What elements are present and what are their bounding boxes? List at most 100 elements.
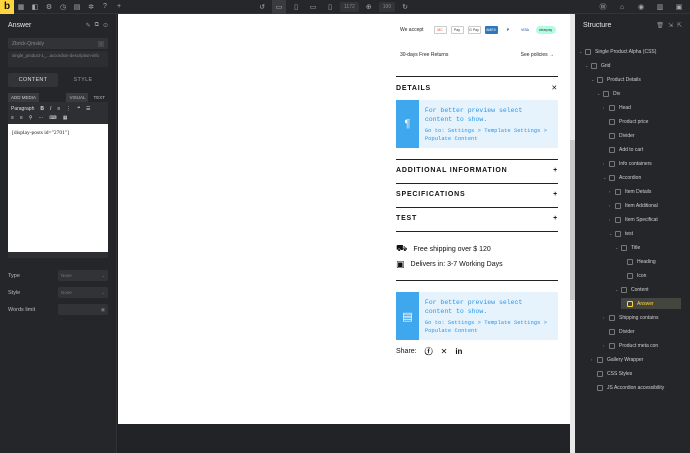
words-limit-input[interactable]: ▣ xyxy=(58,304,108,315)
tree-node[interactable]: ⌄ Accordion xyxy=(603,172,641,183)
tree-node[interactable]: ⌄ Single Product Alpha (CSS) xyxy=(579,46,656,57)
accordion-additional-header[interactable]: ADDITIONAL INFORMATION + xyxy=(396,167,558,174)
eye-icon[interactable]: ◉ xyxy=(634,0,648,14)
tree-node[interactable]: ⌄ Title xyxy=(615,242,640,253)
undo-icon[interactable]: ↺ xyxy=(255,0,269,14)
visual-tab[interactable]: VISUAL xyxy=(66,93,89,102)
redo-icon[interactable]: ↻ xyxy=(398,0,412,14)
bricks-logo[interactable]: b xyxy=(0,0,14,14)
tree-node[interactable]: ⌄ Grid xyxy=(585,60,610,71)
tree-node[interactable]: Divider xyxy=(603,326,635,337)
type-select[interactable]: None ⌄ xyxy=(58,270,108,281)
page-icon[interactable]: ▤ xyxy=(70,0,84,14)
history-icon[interactable]: ◷ xyxy=(56,0,70,14)
table-icon[interactable]: ▦ xyxy=(63,115,68,121)
gear-icon[interactable]: ✲ xyxy=(84,0,98,14)
tree-node[interactable]: CSS Styles xyxy=(591,368,632,379)
width-input[interactable]: 1172 xyxy=(340,2,359,12)
structure-panel: Structure 🗑 ⇲ ⇱ ⌄ Single Product Alpha (C… xyxy=(575,14,690,453)
tree-node[interactable]: JS Accordion accessibility xyxy=(591,382,664,393)
tree-node[interactable]: › Shipping contains xyxy=(603,312,658,323)
accordion-test-header[interactable]: TEST + xyxy=(396,215,558,222)
tab-content[interactable]: CONTENT xyxy=(8,73,58,87)
align-center-icon[interactable]: ≡ xyxy=(11,115,14,121)
code-icon[interactable]: ⌂ xyxy=(615,0,629,14)
align-left-icon[interactable]: ☰ xyxy=(86,106,90,112)
selector-field[interactable]: single_product-1_...accordion-descriptio… xyxy=(8,51,108,67)
facebook-icon[interactable]: ⓕ xyxy=(425,346,433,357)
text-tab[interactable]: TEXT xyxy=(90,93,108,102)
wordpress-icon[interactable]: Ⓦ xyxy=(596,0,610,14)
italic-icon[interactable]: I xyxy=(50,106,51,112)
tree-node[interactable]: › Item Details xyxy=(609,186,651,197)
editor-body[interactable]: [display-posts id="2701"] xyxy=(8,124,108,252)
divider xyxy=(396,76,558,77)
keyboard-icon[interactable]: ⌨ xyxy=(50,115,57,121)
add-media-button[interactable]: ADD MEDIA xyxy=(8,93,40,102)
bold-icon[interactable]: B xyxy=(40,106,44,112)
tree-node[interactable]: ⌄ Content xyxy=(615,284,649,295)
top-toolbar: b ▦ ◧ ⚙ ◷ ▤ ✲ ? + ↺ ▭ ▯ ▭ ▯ 1172 ⊕ 100 ↻… xyxy=(0,0,690,14)
trash-icon[interactable]: 🗑 xyxy=(656,22,664,29)
tree-node[interactable]: Icon xyxy=(621,270,646,281)
notice-title: For better preview select content to sho… xyxy=(424,107,523,123)
tree-node[interactable]: › Product meta con xyxy=(603,340,658,351)
align-right-icon[interactable]: ≡ xyxy=(20,115,23,121)
tree-node-selected[interactable]: Answer xyxy=(621,298,681,309)
save-icon[interactable]: ▣ xyxy=(672,0,686,14)
pin-icon[interactable]: ⊙ xyxy=(103,22,108,29)
tree-node[interactable]: › Head xyxy=(603,102,631,113)
link-icon[interactable]: ⚲ xyxy=(29,115,33,121)
mobile-landscape-icon[interactable]: ▭ xyxy=(306,0,320,14)
brush-icon[interactable]: ✎ xyxy=(86,22,91,29)
collapse-icon[interactable]: ⇱ xyxy=(677,22,682,29)
tree-node[interactable]: › Item Additional xyxy=(609,200,658,211)
more-icon[interactable]: ⋯ xyxy=(39,115,44,121)
bullet-list-icon[interactable]: ≡ xyxy=(57,106,60,112)
plus-icon[interactable]: + xyxy=(553,167,558,174)
mobile-icon[interactable]: ▯ xyxy=(323,0,337,14)
style-select[interactable]: None ⌄ xyxy=(58,287,108,298)
panel-tabs: CONTENT STYLE xyxy=(8,73,108,87)
tree-node[interactable]: ⌄ Div xyxy=(597,88,620,99)
editor-text: [display-posts id="2701"] xyxy=(12,130,69,136)
close-icon[interactable]: ✕ xyxy=(551,84,558,92)
help-icon[interactable]: ? xyxy=(98,0,112,14)
css-class-field[interactable]: Zbrick-Qmskly ‹ xyxy=(8,38,108,49)
settings-icon[interactable]: ⚙ xyxy=(42,0,56,14)
tree-node[interactable]: Add to cart xyxy=(603,144,643,155)
zoom-icon[interactable]: ⊕ xyxy=(362,0,376,14)
quote-icon[interactable]: ❝ xyxy=(77,106,80,112)
paragraph-select[interactable]: Paragraph xyxy=(11,106,34,112)
tree-node[interactable]: ⌄ Product Details xyxy=(591,74,641,85)
tree-node[interactable]: › Info containers xyxy=(603,158,652,169)
tree-node[interactable]: › Item Specificat xyxy=(609,214,658,225)
class-icon[interactable]: ‹ xyxy=(98,40,104,47)
tablet-icon[interactable]: ▯ xyxy=(289,0,303,14)
tree-node[interactable]: › Gallery Wrapper xyxy=(591,354,643,365)
numbered-list-icon[interactable]: ⋮ xyxy=(66,106,71,112)
see-policies-link[interactable]: See policies → xyxy=(521,52,554,58)
tree-node[interactable]: Product price xyxy=(603,116,648,127)
zoom-input[interactable]: 100 xyxy=(378,2,396,12)
accordion-specifications-header[interactable]: SPECIFICATIONS + xyxy=(396,191,558,198)
plus-icon[interactable]: + xyxy=(553,191,558,198)
tab-style[interactable]: STYLE xyxy=(58,73,108,87)
view-icon[interactable]: ▥ xyxy=(653,0,667,14)
divider xyxy=(396,159,558,160)
copy-icon[interactable]: ⧉ xyxy=(95,22,99,29)
desktop-icon[interactable]: ▭ xyxy=(272,0,286,14)
add-icon[interactable]: + xyxy=(112,0,126,14)
plus-icon[interactable]: + xyxy=(553,215,558,222)
tree-node[interactable]: ⌄ test xyxy=(609,228,633,239)
expand-icon[interactable]: ⇲ xyxy=(668,22,673,29)
layers-icon[interactable]: ◧ xyxy=(28,0,42,14)
accordion-details-header[interactable]: DETAILS ✕ xyxy=(396,84,558,93)
linkedin-icon[interactable]: in xyxy=(455,347,462,356)
tree-node[interactable]: Heading xyxy=(621,256,656,267)
x-icon[interactable]: ✕ xyxy=(441,347,448,356)
grid-icon[interactable]: ▦ xyxy=(14,0,28,14)
apple-pay-icon: Pay xyxy=(450,26,464,34)
element-panel: Answer ✎ ⧉ ⊙ Zbrick-Qmskly ‹ single_prod… xyxy=(0,14,117,453)
tree-node[interactable]: Divider xyxy=(603,130,635,141)
